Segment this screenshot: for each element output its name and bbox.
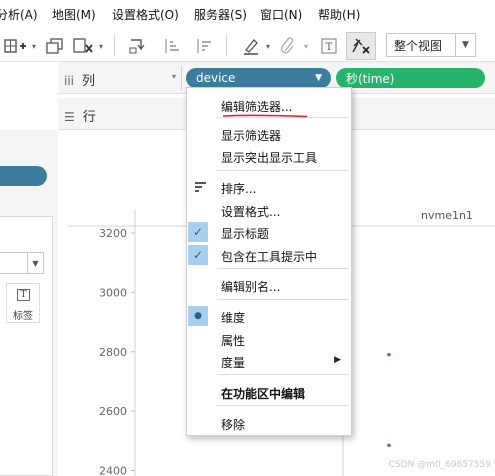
fix-axes-pin-icon[interactable] xyxy=(346,32,376,60)
menu-item-label: 维度 xyxy=(221,311,246,325)
radio-dot-icon: ● xyxy=(188,306,208,326)
menu-separator xyxy=(217,374,349,375)
menu-item-dimension[interactable]: ● 维度 xyxy=(187,305,351,327)
menu-item-label: 属性 xyxy=(221,334,246,348)
columns-shelf-label: iii 列 xyxy=(64,70,95,89)
menu-item-show-highlighter[interactable]: 显示突出显示工具 xyxy=(187,145,351,167)
swap-rows-columns-icon[interactable] xyxy=(124,36,150,56)
submenu-arrow-icon: ▶ xyxy=(334,355,341,365)
menu-format[interactable]: 设置格式(O) xyxy=(112,6,179,23)
label-button-text: 标签 xyxy=(13,311,33,322)
red-underline-annotation xyxy=(222,114,308,118)
filter-pill[interactable] xyxy=(0,166,47,186)
menu-item-include-in-tooltip[interactable]: ✓ 包含在工具提示中 xyxy=(187,244,351,266)
y-tick-label: 3000 xyxy=(99,286,127,299)
group-paperclip-icon[interactable] xyxy=(276,36,300,56)
menu-item-label: 显示筛选器 xyxy=(221,129,282,143)
menu-bar: 分析(A) 地图(M) 设置格式(O) 服务器(S) 窗口(N) 帮助(H) xyxy=(0,0,495,28)
menu-item-label: 编辑别名... xyxy=(221,280,281,294)
new-worksheet-dropdown-icon[interactable]: ▾ xyxy=(30,36,38,56)
menu-item-edit-in-shelf[interactable]: 在功能区中编辑 xyxy=(187,381,351,403)
sort-ascending-icon[interactable] xyxy=(158,36,184,56)
columns-shelf-chevron-icon[interactable]: ▾ xyxy=(172,72,176,81)
pill-context-menu: 编辑筛选器... 显示筛选器显示突出显示工具 排序... 设置格式... ✓ 显示标题 ✓ 包… xyxy=(186,87,352,436)
rows-label-text: 行 xyxy=(82,110,96,125)
label-icon: T xyxy=(17,289,30,301)
new-worksheet-icon[interactable] xyxy=(0,36,30,56)
sort-icon xyxy=(195,182,206,192)
menu-analysis[interactable]: 分析(A) xyxy=(0,6,38,23)
mark-type-select[interactable]: ▼ xyxy=(0,252,44,274)
highlight-pen-icon[interactable] xyxy=(238,36,264,56)
toolbar-separator xyxy=(114,34,115,56)
menu-window[interactable]: 窗口(N) xyxy=(260,6,302,23)
y-tick-label: 2600 xyxy=(99,405,127,418)
show-labels-icon[interactable]: T xyxy=(318,36,340,56)
menu-item-show-header[interactable]: ✓ 显示标题 xyxy=(187,221,351,243)
device-pill-label: device xyxy=(196,71,236,85)
clear-sheet-dropdown-icon[interactable]: ▾ xyxy=(97,36,105,56)
chevron-down-icon[interactable]: ▼ xyxy=(315,73,322,83)
toolbar-separator xyxy=(226,34,227,56)
toolbar: ▾ ▾ ▾ ▾ T 整个视图 ▼ xyxy=(0,28,495,62)
svg-text:T: T xyxy=(326,42,333,53)
menu-separator xyxy=(217,299,349,300)
label-button[interactable]: T 标签 xyxy=(6,283,40,323)
watermark: CSDN @m0_69657559 xyxy=(388,460,491,470)
y-tick-label: 2400 xyxy=(99,465,127,476)
clear-sheet-icon[interactable] xyxy=(70,36,96,56)
columns-icon: iii xyxy=(64,74,75,88)
group-dropdown-icon[interactable]: ▾ xyxy=(302,36,310,56)
menu-item-measure[interactable]: 度量 ▶ xyxy=(187,350,351,372)
menu-item-attribute[interactable]: 属性 xyxy=(187,328,351,350)
menu-item-sort[interactable]: 排序... xyxy=(187,176,351,198)
menu-item-label: 包含在工具提示中 xyxy=(221,250,318,264)
duplicate-sheet-icon[interactable] xyxy=(42,36,68,56)
rows-shelf-label: ☰ 行 xyxy=(64,106,96,125)
chevron-down-icon[interactable]: ▼ xyxy=(455,34,475,56)
menu-item-edit-filter[interactable]: 编辑筛选器... xyxy=(187,94,351,116)
device-pill[interactable]: device ▼ xyxy=(186,68,331,88)
chevron-down-icon[interactable]: ▼ xyxy=(27,253,43,273)
highlight-dropdown-icon[interactable]: ▾ xyxy=(264,36,272,56)
time-pill-label: 秒(time) xyxy=(346,71,395,86)
menu-item-label: 显示突出显示工具 xyxy=(221,151,318,165)
menu-item-remove[interactable]: 移除 xyxy=(187,412,351,434)
menu-item-label: 移除 xyxy=(221,418,246,432)
menu-item-label: 度量 xyxy=(221,356,246,370)
y-tick-label: 2800 xyxy=(99,346,127,359)
checkmark-icon: ✓ xyxy=(188,245,208,265)
menu-item-label: 显示标题 xyxy=(221,227,270,241)
fit-view-select[interactable]: 整个视图 ▼ xyxy=(386,33,476,57)
menu-item-label: 在功能区中编辑 xyxy=(221,387,306,401)
menu-server[interactable]: 服务器(S) xyxy=(194,6,247,23)
time-pill[interactable]: 秒(time) xyxy=(336,68,485,88)
menu-separator xyxy=(217,170,349,171)
data-point xyxy=(387,352,391,357)
menu-item-show-filter[interactable]: 显示筛选器 xyxy=(187,123,351,145)
rows-icon: ☰ xyxy=(64,110,75,124)
data-point xyxy=(387,443,391,448)
sort-descending-icon[interactable] xyxy=(190,36,216,56)
menu-help[interactable]: 帮助(H) xyxy=(318,6,360,23)
menu-item-label: 排序... xyxy=(221,182,257,196)
menu-map[interactable]: 地图(M) xyxy=(52,6,96,23)
menu-separator xyxy=(217,405,349,406)
checkmark-icon: ✓ xyxy=(188,222,208,242)
menu-item-label: 设置格式... xyxy=(221,205,281,219)
menu-item-edit-alias[interactable]: 编辑别名... xyxy=(187,274,351,296)
menu-item-label: 编辑筛选器... xyxy=(221,100,293,114)
fit-view-value: 整个视图 xyxy=(394,38,443,53)
menu-separator xyxy=(217,268,349,269)
y-tick-label: 3200 xyxy=(99,227,127,240)
facet-header-label: nvme1n1 xyxy=(421,209,473,222)
columns-label-text: 列 xyxy=(82,74,96,89)
menu-item-format[interactable]: 设置格式... xyxy=(187,199,351,221)
